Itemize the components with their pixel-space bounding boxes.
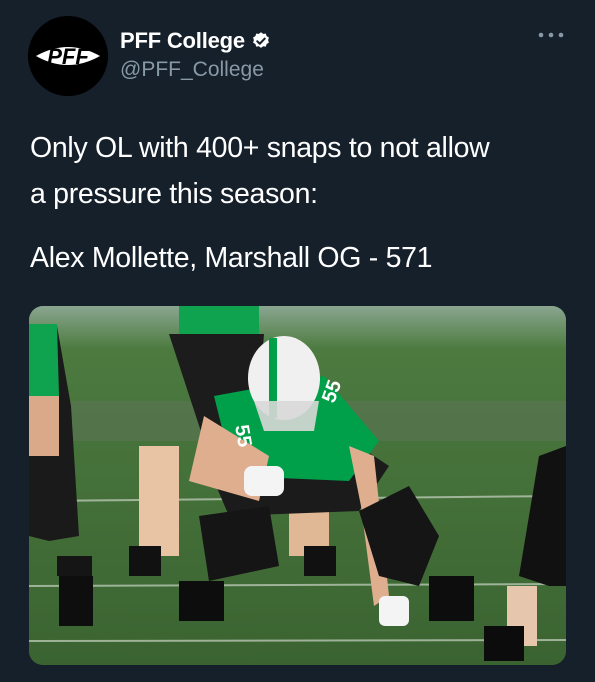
verified-badge-icon: [253, 32, 269, 48]
jersey-number-sleeve: 55: [230, 423, 256, 449]
display-name[interactable]: PFF College: [120, 28, 245, 54]
tweet-text-line: Only OL with 400+ snaps to not allow: [30, 132, 490, 164]
pff-logo: PFF: [28, 16, 108, 96]
tweet-text-line: Alex Mollette, Marshall OG - 571: [30, 242, 433, 274]
tweet-text-line: a pressure this season:: [30, 178, 318, 210]
more-dots-icon[interactable]: [537, 28, 565, 42]
handle[interactable]: @PFF_College: [120, 58, 264, 82]
avatar-text: PFF: [47, 44, 89, 69]
avatar[interactable]: PFF: [28, 16, 108, 96]
tweet-media-photo[interactable]: 55 55: [29, 306, 566, 665]
